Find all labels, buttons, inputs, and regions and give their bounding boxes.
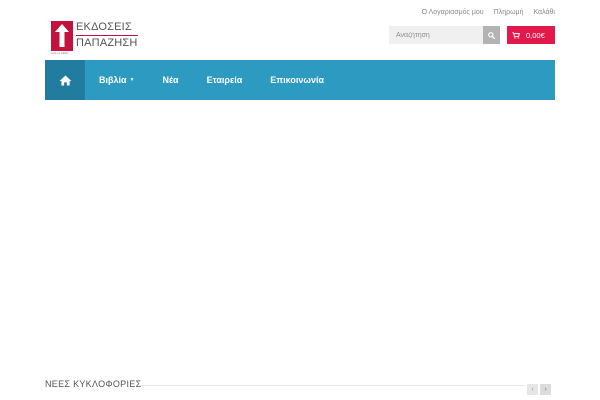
nav-item-company[interactable]: Εταιρεία [193, 60, 257, 100]
main-navigation: Βιβλία ▼ Νέα Εταιρεία Επικοινωνία [45, 60, 555, 100]
logo-mark [51, 21, 73, 51]
section-title: ΝΕΕΣ ΚΥΚΛΟΦΟΡΙΕΣ [45, 379, 142, 389]
cart-link[interactable]: Καλάθι [533, 9, 555, 16]
site-logo[interactable]: από το 1929 ΕΚΔΟΣΕΙΣ ΠΑΠΑΖΗΣΗ [51, 21, 143, 55]
carousel-next-button[interactable]: › [540, 384, 551, 395]
nav-item-label: Βιβλία [99, 75, 127, 85]
search-icon [488, 31, 495, 39]
search-input[interactable] [389, 26, 483, 44]
cart-button[interactable]: 0,00€ [507, 26, 555, 44]
nav-item-label: Επικοινωνία [270, 75, 325, 85]
top-links: Ο Λογαριασμός μου Πληρωμή Καλάθι [422, 9, 555, 16]
chevron-down-icon: ▼ [129, 77, 135, 83]
logo-since: από το 1929 [51, 51, 68, 55]
logo-line-2: ΠΑΠΑΖΗΣΗ [76, 37, 138, 49]
checkout-link[interactable]: Πληρωμή [494, 9, 524, 16]
nav-item-label: Νέα [162, 75, 179, 85]
logo-line-1: ΕΚΔΟΣΕΙΣ [76, 21, 132, 33]
my-account-link[interactable]: Ο Λογαριασμός μου [422, 9, 484, 16]
search-button[interactable] [483, 26, 500, 44]
up-arrow-icon [55, 24, 69, 47]
home-icon [59, 74, 71, 86]
section-divider [140, 385, 525, 386]
nav-item-label: Εταιρεία [206, 75, 243, 85]
carousel-prev-button[interactable]: ‹ [527, 384, 538, 395]
shopping-cart-icon [512, 31, 520, 39]
nav-item-books[interactable]: Βιβλία ▼ [85, 60, 149, 100]
search-box [389, 26, 500, 44]
nav-item-news[interactable]: Νέα [149, 60, 193, 100]
carousel-pager: ‹ › [527, 384, 551, 395]
nav-home-button[interactable] [45, 60, 85, 100]
nav-item-contact[interactable]: Επικοινωνία [256, 60, 338, 100]
cart-total: 0,00€ [526, 30, 545, 40]
